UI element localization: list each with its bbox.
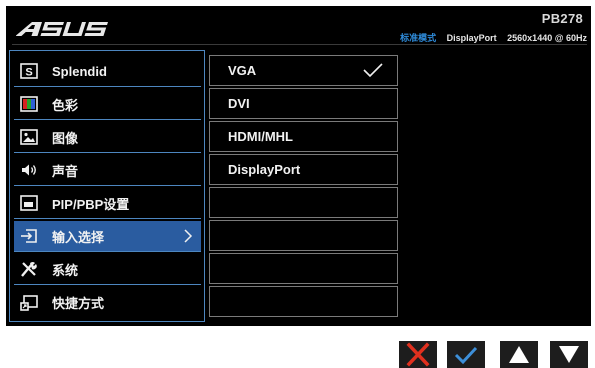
input-source: DisplayPort	[446, 33, 497, 43]
option-label: VGA	[228, 63, 257, 78]
option-empty	[209, 253, 398, 284]
menu-item-label: 系统	[52, 262, 79, 278]
confirm-button[interactable]	[447, 341, 485, 368]
system-tools-icon	[20, 261, 38, 277]
menu-item-input-select[interactable]: 输入选择	[14, 221, 201, 252]
resolution: 2560x1440 @ 60Hz	[507, 33, 587, 43]
menu-item-label: 图像	[52, 130, 79, 146]
header-divider	[12, 44, 587, 45]
menu-item-label: 声音	[52, 163, 79, 179]
option-dvi[interactable]: DVI	[209, 88, 398, 119]
menu-item-image[interactable]: 图像	[14, 122, 201, 153]
option-empty	[209, 220, 398, 251]
menu-item-label: 输入选择	[52, 229, 105, 245]
osd-panel: PB278 标准模式 DisplayPort 2560x1440 @ 60Hz …	[6, 6, 591, 326]
option-empty	[209, 286, 398, 317]
menu-item-sound[interactable]: 声音	[14, 155, 201, 186]
up-arrow-icon	[509, 346, 529, 363]
menu-item-color[interactable]: 色彩	[14, 89, 201, 120]
option-label: HDMI/MHL	[228, 129, 293, 144]
splendid-icon: S	[20, 63, 38, 79]
menu-item-pip-pbp[interactable]: PIP/PBP设置	[14, 188, 201, 219]
down-button[interactable]	[550, 341, 588, 368]
speaker-icon	[20, 162, 38, 178]
pip-icon	[20, 195, 38, 211]
option-displayport[interactable]: DisplayPort	[209, 154, 398, 185]
shortcut-icon	[20, 294, 38, 311]
checkmark-icon	[363, 63, 383, 78]
image-icon	[20, 129, 38, 145]
input-select-icon	[20, 228, 38, 244]
menu-item-label: 快捷方式	[52, 296, 105, 311]
preset-mode: 标准模式	[400, 33, 437, 43]
main-menu: S Splendid 色彩 图像 声音 PIP/PBP设置 输入选择 系统 快捷…	[9, 50, 205, 322]
option-label: DVI	[228, 96, 250, 111]
option-vga[interactable]: VGA	[209, 55, 398, 86]
model-name: PB278	[541, 11, 583, 26]
option-empty	[209, 187, 398, 218]
menu-item-shortcut[interactable]: 快捷方式	[14, 287, 201, 318]
close-icon	[406, 342, 430, 367]
check-icon	[454, 346, 478, 365]
color-icon	[20, 96, 38, 112]
cancel-button[interactable]	[399, 341, 437, 368]
down-arrow-icon	[559, 346, 579, 363]
menu-item-label: Splendid	[52, 63, 107, 79]
option-label: DisplayPort	[228, 162, 301, 177]
asus-logo	[16, 22, 108, 36]
status-line: 标准模式 DisplayPort 2560x1440 @ 60Hz	[400, 31, 587, 44]
menu-item-system[interactable]: 系统	[14, 254, 201, 285]
input-options-panel: VGA DVI HDMI/MHL DisplayPort	[209, 50, 398, 322]
up-button[interactable]	[500, 341, 538, 368]
menu-item-label: PIP/PBP设置	[52, 196, 130, 212]
chevron-right-icon	[184, 229, 193, 243]
option-hdmi-mhl[interactable]: HDMI/MHL	[209, 121, 398, 152]
menu-item-label: 色彩	[52, 97, 79, 113]
svg-text:S: S	[25, 67, 32, 79]
menu-item-splendid[interactable]: S Splendid	[14, 56, 201, 87]
